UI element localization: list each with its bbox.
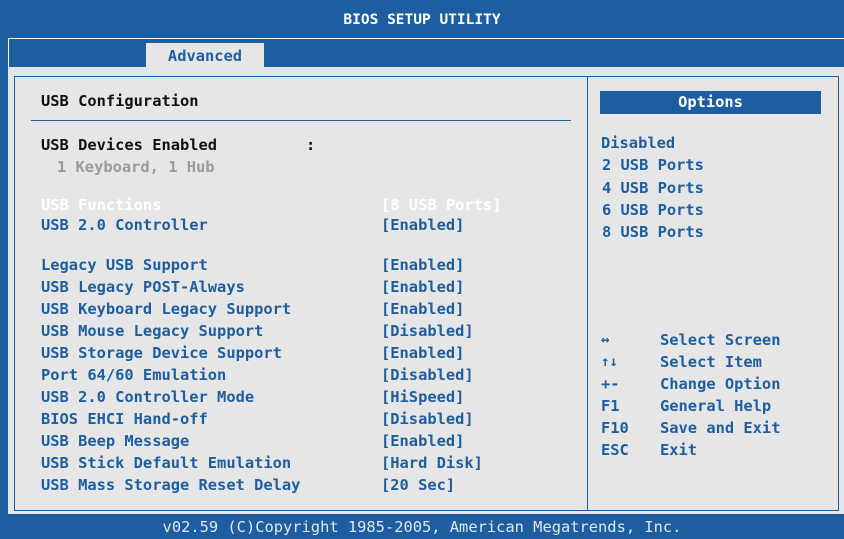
option-item[interactable]: 6 USB Ports: [601, 199, 704, 221]
help-change-option: Change Option: [660, 375, 781, 393]
setting-label: USB 2.0 Controller: [41, 216, 208, 234]
copyright-footer: v02.59 (C)Copyright 1985-2005, American …: [162, 518, 682, 536]
setting-value[interactable]: [Hard Disk]: [381, 452, 483, 474]
up-down-arrow-icon: ↑↓: [601, 354, 618, 370]
setting-value[interactable]: [Enabled]: [381, 430, 464, 452]
option-item-label: 6 USB Ports: [602, 201, 704, 219]
section-title-rule: [31, 120, 571, 121]
setting-value[interactable]: [HiSpeed]: [381, 386, 464, 408]
setting-value[interactable]: [20 Sec]: [381, 474, 455, 496]
help-general-help: General Help: [660, 397, 772, 415]
setting-value[interactable]: [Enabled]: [381, 342, 464, 364]
setting-usb-mass-storage-reset-delay[interactable]: USB Mass Storage Reset Delay [20 Sec]: [0, 474, 580, 496]
setting-label: USB Keyboard Legacy Support: [41, 300, 292, 318]
help-save-and-exit: Save and Exit: [660, 419, 781, 437]
setting-label: USB Stick Default Emulation: [41, 454, 292, 472]
setting-label: USB Beep Message: [41, 432, 190, 450]
usb-devices-label: USB Devices Enabled: [41, 136, 218, 154]
setting-value[interactable]: [Enabled]: [381, 254, 464, 276]
setting-value[interactable]: [8 USB Ports]: [381, 194, 501, 216]
option-item-label: 8 USB Ports: [602, 223, 704, 241]
option-item[interactable]: 4 USB Ports: [601, 177, 704, 199]
option-item[interactable]: 2 USB Ports: [601, 154, 704, 176]
setting-usb-functions[interactable]: USB Functions [8 USB Ports]: [0, 194, 580, 216]
setting-value[interactable]: [Disabled]: [381, 320, 474, 342]
setting-value[interactable]: [Enabled]: [381, 214, 464, 236]
setting-value[interactable]: [Enabled]: [381, 276, 464, 298]
usb-devices-colon: :: [306, 136, 316, 154]
setting-label: USB Storage Device Support: [41, 344, 282, 362]
setting-legacy-usb-support[interactable]: Legacy USB Support [Enabled]: [0, 254, 580, 276]
setting-usb-legacy-post-always[interactable]: USB Legacy POST-Always [Enabled]: [0, 276, 580, 298]
usb-devices-value: 1 Keyboard, 1 Hub: [57, 158, 215, 176]
setting-label: USB Functions: [41, 196, 162, 214]
setting-usb2-controller-mode[interactable]: USB 2.0 Controller Mode [HiSpeed]: [0, 386, 580, 408]
option-item[interactable]: 8 USB Ports: [601, 221, 704, 243]
help-exit: Exit: [660, 441, 698, 459]
setting-label: USB Mouse Legacy Support: [41, 322, 264, 340]
setting-bios-ehci-hand-off[interactable]: BIOS EHCI Hand-off [Disabled]: [0, 408, 580, 430]
setting-label: BIOS EHCI Hand-off: [41, 410, 208, 428]
setting-usb-beep-message[interactable]: USB Beep Message [Enabled]: [0, 430, 580, 452]
setting-label: Legacy USB Support: [41, 256, 208, 274]
section-title: USB Configuration: [41, 92, 199, 110]
option-item[interactable]: Disabled: [601, 132, 675, 154]
help-key-plus-minus: +-: [601, 375, 620, 393]
setting-label: Port 64/60 Emulation: [41, 366, 227, 384]
setting-label: USB Legacy POST-Always: [41, 278, 245, 296]
option-item-label: 4 USB Ports: [602, 179, 704, 197]
left-right-arrow-icon: ↔: [601, 332, 610, 348]
options-header: Options: [600, 91, 821, 114]
setting-usb-storage-device-support[interactable]: USB Storage Device Support [Enabled]: [0, 342, 580, 364]
help-key-f10: F10: [601, 419, 629, 437]
window-title: BIOS SETUP UTILITY: [0, 0, 844, 38]
help-key-f1: F1: [601, 397, 620, 415]
setting-usb2-controller[interactable]: USB 2.0 Controller [Enabled]: [0, 214, 580, 236]
help-select-item: Select Item: [660, 353, 762, 371]
setting-label: USB Mass Storage Reset Delay: [41, 476, 301, 494]
setting-value[interactable]: [Disabled]: [381, 408, 474, 430]
setting-port-64-60-emulation[interactable]: Port 64/60 Emulation [Disabled]: [0, 364, 580, 386]
tab-bar: Advanced: [8, 38, 844, 70]
setting-usb-keyboard-legacy-support[interactable]: USB Keyboard Legacy Support [Enabled]: [0, 298, 580, 320]
setting-usb-stick-default-emulation[interactable]: USB Stick Default Emulation [Hard Disk]: [0, 452, 580, 474]
help-select-screen: Select Screen: [660, 331, 781, 349]
panel-divider: [587, 77, 588, 510]
help-key-esc: ESC: [601, 441, 629, 459]
tab-advanced[interactable]: Advanced: [146, 43, 264, 70]
option-item-label: 2 USB Ports: [602, 156, 704, 174]
setting-usb-mouse-legacy-support[interactable]: USB Mouse Legacy Support [Disabled]: [0, 320, 580, 342]
setting-value[interactable]: [Disabled]: [381, 364, 474, 386]
setting-value[interactable]: [Enabled]: [381, 298, 464, 320]
setting-label: USB 2.0 Controller Mode: [41, 388, 255, 406]
